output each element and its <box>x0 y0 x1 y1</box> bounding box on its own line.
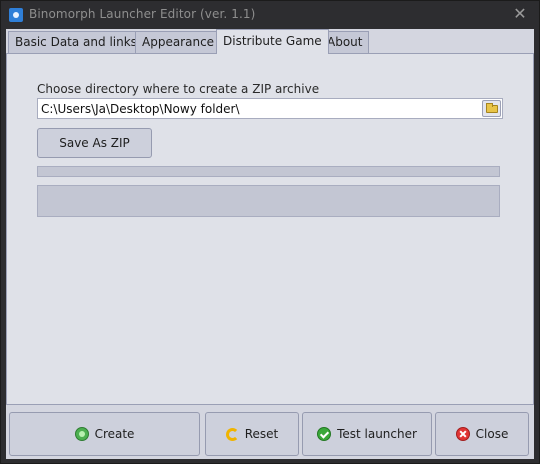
tab-distribute-game[interactable]: Distribute Game <box>216 29 329 54</box>
close-button[interactable]: Close <box>435 412 529 456</box>
progress-bar <box>37 166 500 177</box>
window-close-button[interactable]: ✕ <box>511 5 529 23</box>
reset-icon <box>225 427 239 441</box>
reset-label: Reset <box>244 427 279 441</box>
close-label: Close <box>475 427 509 441</box>
browse-folder-button[interactable] <box>482 100 501 117</box>
create-label: Create <box>94 427 135 441</box>
create-button[interactable]: Create <box>9 412 200 456</box>
create-icon <box>74 427 89 441</box>
test-launcher-button[interactable]: Test launcher <box>302 412 432 456</box>
title-bar[interactable]: Binomorph Launcher Editor (ver. 1.1) ✕ <box>1 1 539 29</box>
close-icon <box>455 427 470 441</box>
window-title: Binomorph Launcher Editor (ver. 1.1) <box>29 7 256 21</box>
save-as-zip-button[interactable]: Save As ZIP <box>37 128 152 158</box>
reset-button[interactable]: Reset <box>205 412 299 456</box>
app-icon <box>9 8 23 22</box>
directory-label: Choose directory where to create a ZIP a… <box>37 82 320 96</box>
footer-buttons: Create Reset Test launcher Close <box>6 405 534 459</box>
check-icon <box>317 427 332 441</box>
status-box <box>37 185 500 217</box>
client-area: Basic Data and links Appearance Distribu… <box>6 29 534 459</box>
tab-appearance[interactable]: Appearance <box>135 31 222 53</box>
app-window: Binomorph Launcher Editor (ver. 1.1) ✕ B… <box>0 0 540 464</box>
directory-path-input[interactable]: C:\Users\Ja\Desktop\Nowy folder\ <box>37 98 503 119</box>
folder-icon <box>486 103 498 113</box>
tab-basic-data[interactable]: Basic Data and links <box>8 31 144 53</box>
tab-bar: Basic Data and links Appearance Distribu… <box>6 29 534 54</box>
distribute-panel: Choose directory where to create a ZIP a… <box>6 53 534 405</box>
test-launcher-label: Test launcher <box>337 427 417 441</box>
